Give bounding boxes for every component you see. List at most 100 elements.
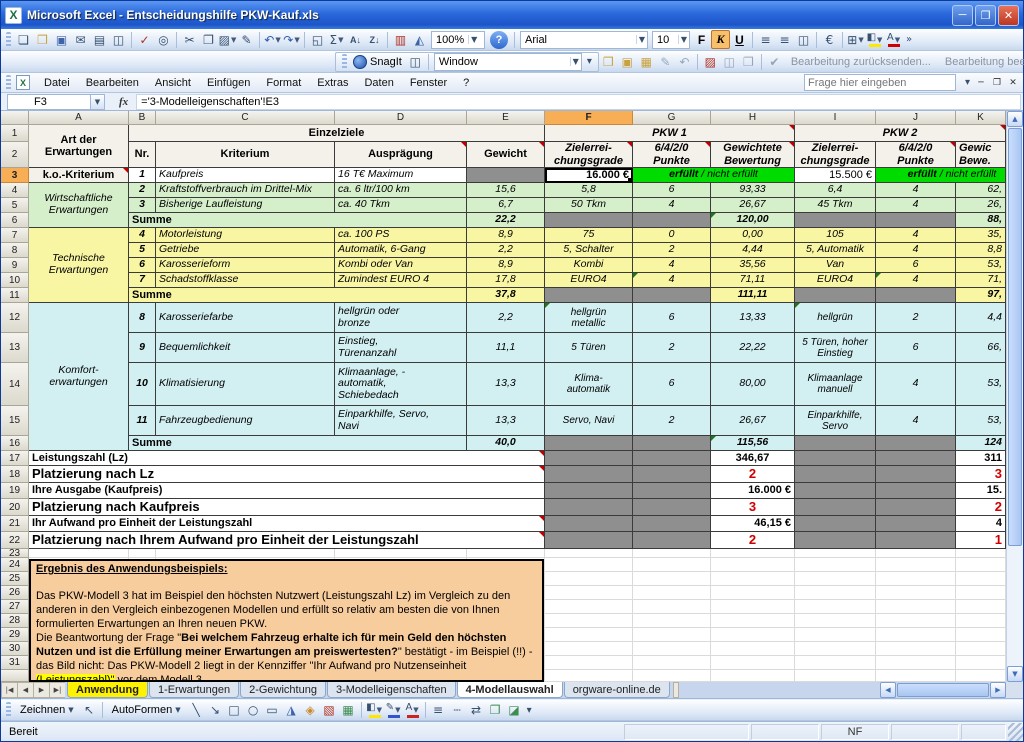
- cell-H10[interactable]: 71,11: [711, 273, 795, 288]
- cell-A1[interactable]: Art derErwartungen: [29, 125, 129, 168]
- save-icon[interactable]: ▣: [52, 30, 71, 49]
- empty-cell[interactable]: [876, 558, 956, 572]
- cell-J8[interactable]: 4: [876, 243, 956, 258]
- cell-B14[interactable]: 10: [129, 363, 156, 406]
- cell-C7[interactable]: Motorleistung: [156, 228, 335, 243]
- empty-cell[interactable]: [956, 572, 1006, 586]
- menu-extras[interactable]: Extras: [309, 75, 356, 91]
- redo-icon[interactable]: ↷▼: [282, 30, 301, 49]
- sheet-tab-4modellauswahl[interactable]: 4-Modellauswahl: [457, 682, 563, 698]
- cell-K13[interactable]: 66,: [956, 333, 1006, 363]
- cell-E6[interactable]: 22,2: [467, 213, 545, 228]
- empty-cell[interactable]: [876, 586, 956, 600]
- empty-cell[interactable]: [633, 656, 711, 670]
- cell-K7[interactable]: 35,: [956, 228, 1006, 243]
- column-header-B[interactable]: B: [129, 111, 156, 125]
- cell-C15[interactable]: Fahrzeugbedienung: [156, 406, 335, 436]
- cell-J20[interactable]: [876, 499, 956, 516]
- empty-cell[interactable]: [711, 572, 795, 586]
- cell-C8[interactable]: Getriebe: [156, 243, 335, 258]
- row-header-25[interactable]: 25: [1, 572, 29, 586]
- edit-disabled-icon[interactable]: ✎: [656, 52, 675, 71]
- horizontal-scroll-thumb[interactable]: [897, 683, 989, 697]
- cell-B9[interactable]: 6: [129, 258, 156, 273]
- zoom-select[interactable]: 100%▼: [431, 31, 485, 49]
- euro-icon[interactable]: €: [820, 30, 839, 49]
- doc-minimize-button[interactable]: ─: [973, 75, 989, 90]
- open-icon[interactable]: ❒: [33, 30, 52, 49]
- cell-C3[interactable]: Kaufpreis: [156, 168, 335, 183]
- vertical-scrollbar[interactable]: ▲ ▼: [1006, 111, 1023, 682]
- text-box-icon[interactable]: ▭: [263, 701, 282, 720]
- cell-I10[interactable]: EURO4: [795, 273, 876, 288]
- collab-button-0[interactable]: Bearbeitung zurücksenden...: [791, 56, 931, 68]
- empty-cell[interactable]: [795, 656, 876, 670]
- cell-J18[interactable]: [876, 466, 956, 483]
- cell-G9[interactable]: 4: [633, 258, 711, 273]
- cell-I17[interactable]: [795, 451, 876, 466]
- cell-A3[interactable]: k.o.-Kriterium: [29, 168, 129, 183]
- maximize-button[interactable]: ❐: [975, 5, 996, 26]
- cell-F5[interactable]: 50 Tkm: [545, 198, 633, 213]
- minimize-button[interactable]: ─: [952, 5, 973, 26]
- name-box[interactable]: F3: [7, 94, 91, 110]
- row-header-6[interactable]: 6: [1, 213, 29, 228]
- cell-F11[interactable]: [545, 288, 633, 303]
- scroll-up-icon[interactable]: ▲: [1007, 111, 1023, 127]
- cell-C5[interactable]: Bisherige Laufleistung: [156, 198, 335, 213]
- cell-D14[interactable]: Klimaanlage, -automatik,Schiebedach: [335, 363, 467, 406]
- cell-B1[interactable]: Einzelziele: [129, 125, 545, 142]
- cell-J5[interactable]: 4: [876, 198, 956, 213]
- empty-cell[interactable]: [545, 614, 633, 628]
- cell-E9[interactable]: 8,9: [467, 258, 545, 273]
- row-header-3[interactable]: 3: [1, 168, 29, 183]
- cell-B4[interactable]: 2: [129, 183, 156, 198]
- cell-K16[interactable]: 124: [956, 436, 1006, 451]
- column-header-D[interactable]: D: [335, 111, 467, 125]
- cell-G2[interactable]: 6/4/2/0Punkte: [633, 142, 711, 168]
- cell-H5[interactable]: 26,67: [711, 198, 795, 213]
- cell-G20[interactable]: [633, 499, 711, 516]
- cell-E14[interactable]: 13,3: [467, 363, 545, 406]
- cell-G14[interactable]: 6: [633, 363, 711, 406]
- cell-F4[interactable]: 5,8: [545, 183, 633, 198]
- empty-cell[interactable]: [711, 549, 795, 558]
- empty-cell[interactable]: [711, 670, 795, 682]
- cell-I1[interactable]: PKW 2: [795, 125, 1006, 142]
- row-header-27[interactable]: 27: [1, 600, 29, 614]
- cell-D13[interactable]: Einstieg,Türenanzahl: [335, 333, 467, 363]
- row-header-15[interactable]: 15: [1, 406, 29, 436]
- row-header-20[interactable]: 20: [1, 499, 29, 516]
- cell-A20[interactable]: Platzierung nach Kaufpreis: [29, 499, 545, 516]
- cell-F8[interactable]: 5, Schalter: [545, 243, 633, 258]
- empty-cell[interactable]: [876, 572, 956, 586]
- row-header-12[interactable]: 12: [1, 303, 29, 333]
- empty-cell[interactable]: [876, 600, 956, 614]
- clipart-icon[interactable]: ▧: [320, 701, 339, 720]
- column-header-I[interactable]: I: [795, 111, 876, 125]
- next-sheet-button[interactable]: ▶: [33, 682, 49, 698]
- column-header-H[interactable]: H: [711, 111, 795, 125]
- empty-cell[interactable]: [711, 614, 795, 628]
- cell-E15[interactable]: 13,3: [467, 406, 545, 436]
- help-icon[interactable]: ?: [490, 31, 508, 49]
- cell-K10[interactable]: 71,: [956, 273, 1006, 288]
- question-dropdown-icon[interactable]: ▾: [965, 77, 970, 88]
- cell-I8[interactable]: 5, Automatik: [795, 243, 876, 258]
- cell-A21[interactable]: Ihr Aufwand pro Einheit der Leistungszah…: [29, 516, 545, 532]
- cell-I11[interactable]: [795, 288, 876, 303]
- empty-cell[interactable]: [545, 586, 633, 600]
- empty-cell[interactable]: [795, 670, 876, 682]
- cell-E12[interactable]: 2,2: [467, 303, 545, 333]
- cell-I7[interactable]: 105: [795, 228, 876, 243]
- cell-B16[interactable]: Summe: [129, 436, 467, 451]
- empty-cell[interactable]: [956, 642, 1006, 656]
- cell-K19[interactable]: 15.: [956, 483, 1006, 499]
- cell-J9[interactable]: 6: [876, 258, 956, 273]
- empty-cell[interactable]: [795, 549, 876, 558]
- sort-ascending-icon[interactable]: A↓: [346, 30, 365, 49]
- cell-J7[interactable]: 4: [876, 228, 956, 243]
- line-style-icon[interactable]: ≡: [429, 701, 448, 720]
- line-icon[interactable]: ╲: [187, 701, 206, 720]
- cell-B5[interactable]: 3: [129, 198, 156, 213]
